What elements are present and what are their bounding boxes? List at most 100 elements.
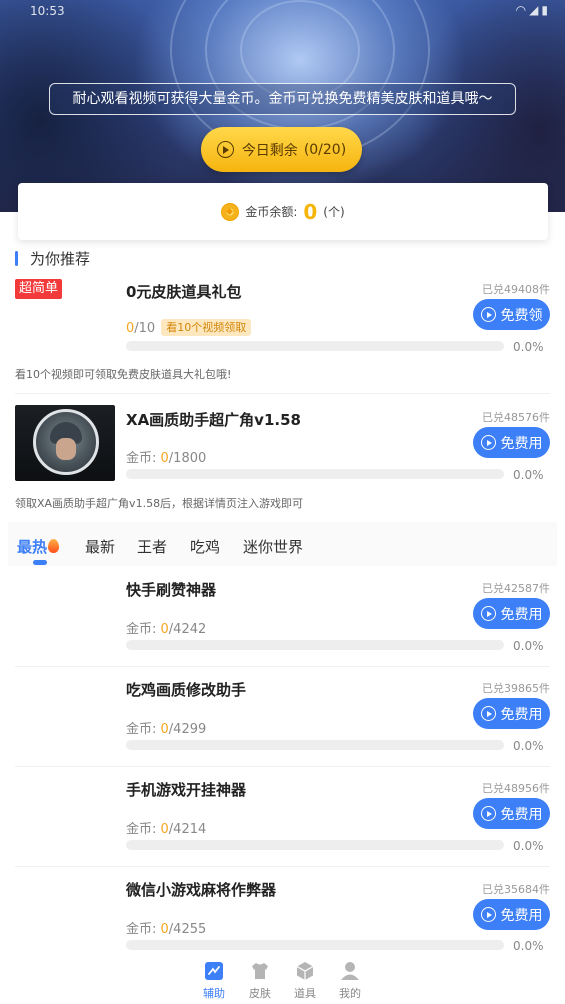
coin-total: /1800 (168, 451, 207, 466)
shirt-icon (252, 963, 268, 979)
tab-pubg[interactable]: 吃鸡 (190, 536, 220, 557)
progress-bar (126, 940, 504, 950)
tab-mini-world[interactable]: 迷你世界 (243, 536, 303, 557)
play-icon (480, 307, 496, 322)
tab-indicator (33, 560, 47, 565)
coin-current: 0 (160, 451, 169, 466)
free-use-label: 免费用 (500, 606, 543, 623)
coin-total: /4242 (168, 622, 207, 637)
signal-icon: ◢ (529, 3, 542, 17)
play-icon (480, 706, 496, 721)
balance-label: 金币余额: (245, 205, 298, 219)
item-title: 0元皮肤道具礼包 (126, 283, 242, 301)
coin-price: 金币: 0/1800 (126, 447, 206, 466)
battery-icon: ▮ (541, 3, 551, 17)
tab-hot-label: 最热 (17, 538, 48, 556)
free-use-button[interactable]: 免费用 (473, 427, 550, 458)
coin-label: 金币: (126, 722, 161, 737)
progress-bar (126, 640, 504, 650)
coin-total: /4214 (168, 822, 207, 837)
progress-percent: 0.0% (513, 468, 544, 482)
progress-percent: 0.0% (513, 340, 544, 354)
tab-honor-of-kings[interactable]: 王者 (137, 536, 167, 557)
redeemed-count: 已兑48956件 (482, 782, 550, 795)
free-use-label: 免费用 (500, 907, 543, 924)
free-use-label: 免费用 (500, 706, 543, 723)
notice-banner: 耐心观看视频可获得大量金币。金币可兑换免费精美皮肤和道具哦～ (49, 83, 516, 115)
divider (15, 866, 550, 867)
status-icons: ◠◢▮ (516, 3, 551, 17)
item-title: 快手刷赞神器 (126, 581, 217, 599)
progress-percent: 0.0% (513, 839, 544, 853)
nav-skins[interactable]: 皮肤 (240, 961, 280, 1001)
free-claim-label: 免费领 (500, 307, 543, 324)
category-tabs: 最热 最新 王者 吃鸡 迷你世界 (8, 522, 557, 566)
divider (15, 766, 550, 767)
free-use-button[interactable]: 免费用 (473, 598, 550, 629)
coin-current: 0 (160, 922, 169, 937)
nav-me[interactable]: 我的 (330, 961, 370, 1001)
progress-percent: 0.0% (513, 639, 544, 653)
remaining-label: 今日剩余 (241, 142, 298, 159)
coin-price: 金币: 0/4255 (126, 918, 206, 937)
play-icon (480, 907, 496, 922)
box-icon (296, 962, 314, 980)
tab-hot[interactable]: 最热 (17, 536, 60, 557)
free-use-button[interactable]: 免费用 (473, 899, 550, 930)
assist-icon (205, 962, 223, 980)
wifi-icon: ◠ (515, 3, 530, 17)
progress-bar (126, 469, 504, 479)
avatar-ring (33, 409, 99, 475)
coin-current: 0 (160, 822, 169, 837)
daily-remaining-button[interactable]: 今日剩余 (0/20) (201, 127, 362, 172)
play-icon (480, 435, 496, 450)
status-bar: 10:53 ◠◢▮ (0, 0, 565, 22)
video-progress: 0/10 看10个视频领取 (126, 319, 252, 336)
coin-price: 金币: 0/4214 (126, 818, 206, 837)
coin-price: 金币: 0/4299 (126, 718, 206, 737)
item-description: 看10个视频即可领取免费皮肤道具大礼包哦! (15, 368, 232, 381)
coin-label: 金币: (126, 622, 161, 637)
bottom-nav: 辅助 皮肤 道具 我的 (0, 955, 565, 1004)
coin-current: 0 (160, 722, 169, 737)
divider (15, 666, 550, 667)
nav-skins-label: 皮肤 (249, 987, 271, 1000)
item-title: XA画质助手超广角v1.58 (126, 411, 301, 429)
coin-current: 0 (160, 622, 169, 637)
redeemed-count: 已兑42587件 (482, 582, 550, 595)
section-title-text: 为你推荐 (30, 249, 91, 268)
redeemed-count: 已兑49408件 (482, 283, 550, 296)
progress-percent: 0.0% (513, 939, 544, 953)
divider (15, 393, 550, 394)
status-time: 10:53 (30, 4, 65, 18)
free-use-label: 免费用 (500, 806, 543, 823)
coin-label: 金币: (126, 822, 161, 837)
tab-newest[interactable]: 最新 (85, 536, 115, 557)
play-icon (216, 141, 234, 158)
item-title: 手机游戏开挂神器 (126, 781, 247, 799)
easy-badge: 超简单 (15, 279, 63, 299)
free-use-label: 免费用 (500, 435, 543, 452)
nav-assist[interactable]: 辅助 (194, 961, 234, 1001)
nav-items-label: 道具 (294, 987, 316, 1000)
play-icon (480, 806, 496, 821)
redeemed-count: 已兑35684件 (482, 883, 550, 896)
progress-bar (126, 840, 504, 850)
section-title: 为你推荐 (15, 248, 90, 268)
coin-price: 金币: 0/4242 (126, 618, 206, 637)
nav-assist-label: 辅助 (203, 987, 225, 1000)
balance-value: 0 (303, 199, 318, 224)
item-title: 微信小游戏麻将作弊器 (126, 881, 277, 899)
coin-balance-card: 金币余额: 0 (个) (18, 183, 548, 240)
free-use-button[interactable]: 免费用 (473, 698, 550, 729)
free-use-button[interactable]: 免费用 (473, 798, 550, 829)
app-thumbnail (15, 405, 115, 481)
free-claim-button[interactable]: 免费领 (473, 299, 550, 330)
face-shape (56, 438, 76, 460)
nav-items[interactable]: 道具 (285, 961, 325, 1001)
item-description: 领取XA画质助手超广角v1.58后，根据详情页注入游戏即可 (15, 497, 304, 510)
balance-unit: (个) (323, 205, 345, 219)
section-marker (15, 250, 18, 266)
progress-total: /10 (134, 321, 156, 336)
fire-icon (48, 539, 60, 553)
